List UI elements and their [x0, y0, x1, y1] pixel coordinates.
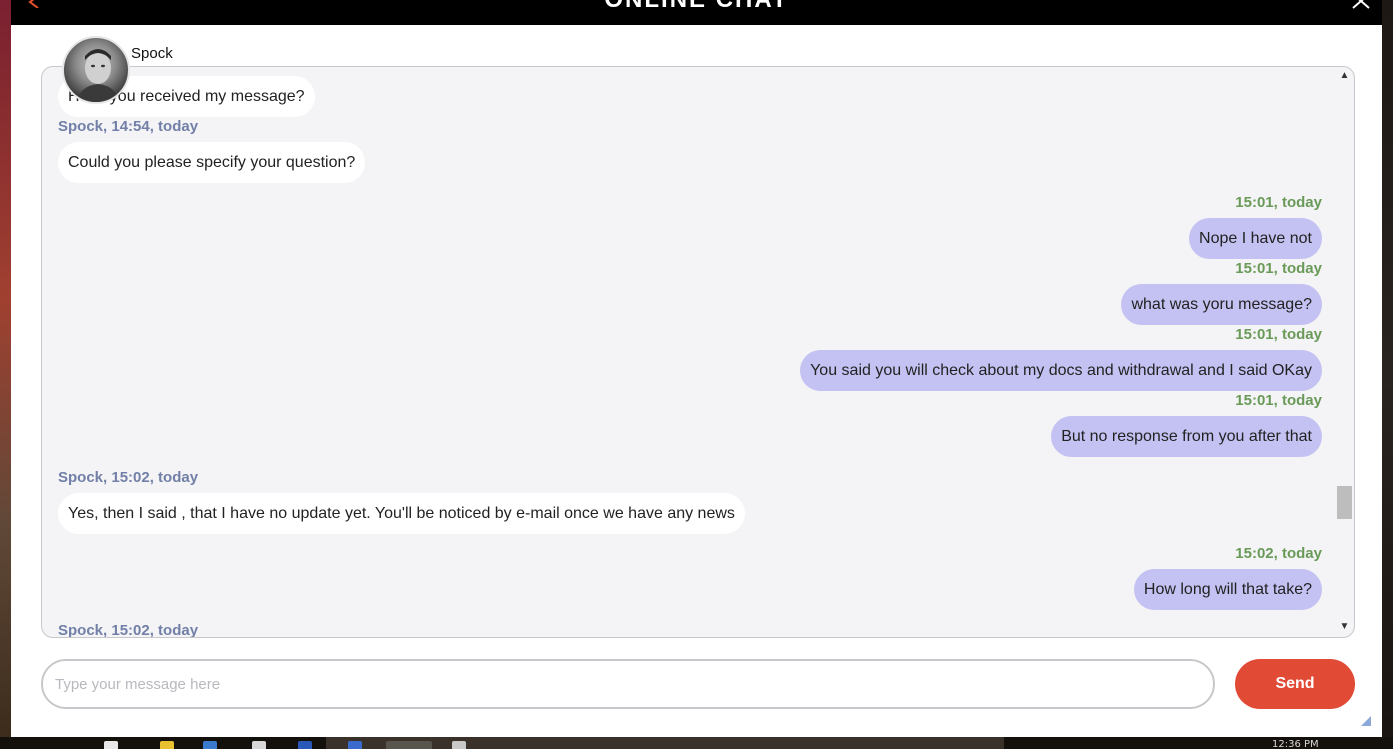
- desktop-right-edge: [1382, 0, 1393, 749]
- desktop-left-edge: [0, 0, 11, 749]
- taskbar-app-icon[interactable]: [348, 741, 362, 749]
- user-message: what was yoru message?: [1121, 284, 1322, 325]
- close-icon[interactable]: [1349, 0, 1373, 10]
- scroll-down-icon[interactable]: ▼: [1339, 622, 1350, 632]
- taskbar-clock[interactable]: 12:36 PM: [1272, 739, 1319, 749]
- user-message-meta: 15:01, today: [1235, 194, 1322, 211]
- taskbar-app-icon[interactable]: [104, 741, 118, 749]
- taskbar-app-icon[interactable]: [452, 741, 466, 749]
- agent-message-meta: Spock, 14:54, today: [58, 118, 199, 135]
- taskbar-app-icon[interactable]: [298, 741, 312, 749]
- send-button[interactable]: Send: [1235, 659, 1355, 709]
- agent-message-meta: Spock, 15:02, today: [58, 622, 199, 638]
- chat-modal-header: ONLINE CHAT: [11, 0, 1382, 25]
- scroll-thumb[interactable]: [1337, 486, 1352, 519]
- agent-message: Could you please specify your question?: [58, 142, 366, 183]
- user-message-meta: 15:01, today: [1235, 260, 1322, 277]
- agent-header: Spock: [62, 36, 282, 106]
- agent-message: Yes, then I said , that I have no update…: [58, 493, 745, 534]
- user-message-meta: 15:01, today: [1235, 326, 1322, 343]
- message-input[interactable]: [41, 659, 1215, 709]
- user-message: But no response from you after that: [1051, 416, 1322, 457]
- chat-modal-title: ONLINE CHAT: [11, 0, 1382, 14]
- taskbar-active-app[interactable]: [386, 741, 432, 749]
- chat-transcript[interactable]: Have you received my message? Spock, 14:…: [41, 66, 1355, 638]
- agent-message-meta: Spock, 15:02, today: [58, 469, 199, 486]
- chat-scrollbar[interactable]: ▲ ▼: [1336, 68, 1353, 636]
- user-message-meta: 15:02, today: [1235, 545, 1322, 562]
- taskbar-app-icon[interactable]: [203, 741, 217, 749]
- taskbar-app-icon[interactable]: [252, 741, 266, 749]
- user-message-meta: 15:01, today: [1235, 392, 1322, 409]
- scroll-up-icon[interactable]: ▲: [1339, 71, 1350, 81]
- agent-name: Spock: [131, 45, 173, 62]
- resize-handle-icon[interactable]: [1360, 715, 1372, 727]
- agent-avatar: [62, 36, 130, 104]
- user-message: How long will that take?: [1133, 569, 1322, 610]
- taskbar-app-icon[interactable]: [160, 741, 174, 749]
- user-message: Nope I have not: [1189, 218, 1322, 259]
- user-message: You said you will check about my docs an…: [800, 350, 1322, 391]
